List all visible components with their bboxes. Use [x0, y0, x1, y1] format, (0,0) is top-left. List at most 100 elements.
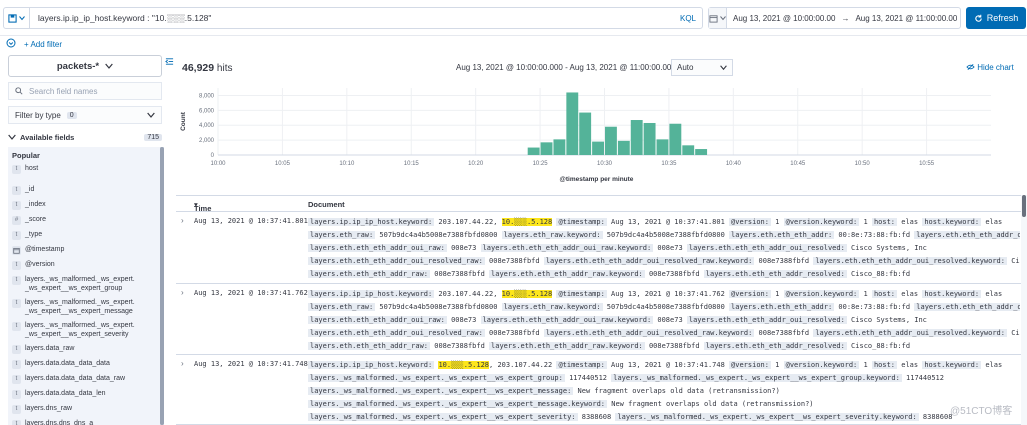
string-type-icon: t	[12, 231, 21, 240]
string-type-icon: t	[12, 360, 21, 369]
available-fields-header[interactable]: Available fields 715	[8, 129, 162, 145]
end-date[interactable]: Aug 13, 2021 @ 11:00:00.00	[849, 14, 963, 23]
filter-count-badge: 0	[66, 111, 77, 119]
interval-select[interactable]: Auto	[671, 59, 733, 76]
field-key: layers.eth.eth_eth_addr_oui_resolved_raw…	[543, 257, 755, 265]
expand-row-icon[interactable]: ›	[181, 288, 184, 297]
x-tick-label: 10:10	[339, 161, 355, 167]
sidebar-scrollbar[interactable]	[160, 147, 164, 425]
field-item[interactable]: t layers.data.data_data_data	[8, 357, 162, 372]
field-item[interactable]: t layers.data_raw	[8, 342, 162, 357]
field-item[interactable]: t layers.dns.dns_dns_a	[8, 417, 162, 425]
row-timestamp: Aug 13, 2021 @ 10:37:41.762	[194, 289, 308, 297]
x-tick-label: 10:40	[726, 161, 742, 167]
field-item[interactable]: t layers.dns_raw	[8, 402, 162, 417]
field-item[interactable]: t layers._ws_malformed._ws_expert. _ws_ex…	[8, 273, 162, 296]
start-date[interactable]: Aug 13, 2021 @ 10:00:00.00	[727, 14, 841, 23]
hits-count: 46,929	[182, 62, 215, 74]
field-key: host:	[871, 361, 898, 369]
saved-query-button[interactable]	[4, 8, 30, 28]
field-name: _type	[25, 231, 43, 238]
time-column-header[interactable]: Time ▾	[194, 200, 211, 213]
field-value: 507b9dc4a4b5008e7388fbfd0800	[602, 303, 730, 311]
histogram-bar	[527, 147, 540, 155]
x-tick-label: 10:55	[919, 161, 935, 167]
histogram-bar	[605, 126, 617, 155]
document-line: layers.eth.eth_eth_addr_raw: 008e7388fbf…	[308, 340, 1020, 353]
field-item[interactable]: t layers._ws_malformed._ws_expert. _ws_ex…	[8, 319, 162, 342]
field-item[interactable]: @timestamp	[8, 243, 162, 258]
histogram-bar	[540, 142, 553, 155]
x-tick-label: 10:20	[468, 161, 484, 167]
expand-row-icon[interactable]: ›	[181, 216, 184, 225]
hide-chart-label: Hide chart	[977, 63, 1014, 72]
field-value: 203.107.44.22,	[434, 218, 502, 226]
field-key: @version:	[729, 218, 771, 226]
field-item[interactable]: t layers.data.data_data_data_raw	[8, 372, 162, 387]
add-filter-button[interactable]: + Add filter	[24, 40, 62, 49]
field-value: 8388608	[918, 413, 953, 421]
x-tick-label: 10:15	[404, 161, 420, 167]
string-type-icon: t	[12, 276, 21, 285]
field-value: 008e73	[446, 244, 481, 252]
available-fields-count: 715	[144, 133, 162, 141]
field-key: layers.ip.ip_ip_host.keyword:	[308, 361, 435, 369]
x-tick-label: 10:25	[533, 161, 549, 167]
index-pattern-selector[interactable]: packets-*	[8, 55, 162, 77]
field-item[interactable]: t host	[8, 162, 162, 177]
refresh-icon	[975, 14, 982, 22]
top-bar: layers.ip.ip_ip_host.keyword : "10.░░░.5…	[0, 0, 1027, 36]
filter-options-icon[interactable]	[6, 38, 16, 50]
field-item[interactable]: t layers.data.data_data_len	[8, 387, 162, 402]
field-value: 008e73	[653, 316, 687, 324]
document-line: layers.eth.eth_eth_addr_oui_raw: 008e73 …	[308, 242, 1020, 255]
field-value: 008e7388fbfd	[754, 329, 814, 337]
expand-row-icon[interactable]: ›	[181, 359, 184, 368]
field-name: layers.data.data_data_data	[25, 360, 110, 367]
query-bar[interactable]: layers.ip.ip_ip_host.keyword : "10.░░░.5…	[3, 7, 703, 29]
document-line: layers.eth_raw: 507b9dc4a4b5008e7388fbfd…	[308, 301, 1020, 314]
x-tick-label: 10:35	[661, 161, 677, 167]
collapse-sidebar-icon[interactable]	[165, 57, 174, 68]
refresh-button[interactable]: Refresh	[966, 7, 1026, 29]
filter-by-type-button[interactable]: Filter by type 0	[8, 106, 162, 124]
field-value: Cisco_88:fb:fd	[846, 270, 911, 278]
string-type-icon: t	[12, 322, 21, 331]
document-line: layers.eth_raw: 507b9dc4a4b5008e7388fbfd…	[308, 229, 1020, 242]
field-value: 008e7388fbfd	[644, 270, 704, 278]
y-axis-label: Count	[180, 111, 187, 131]
field-item[interactable]: t layers._ws_malformed._ws_expert. _ws_ex…	[8, 296, 162, 319]
field-item[interactable]: t _id	[8, 183, 162, 198]
histogram-bar	[682, 145, 695, 155]
field-key: layers.eth.eth_eth_addr_oui_resolved.key…	[813, 257, 1007, 265]
query-input[interactable]: layers.ip.ip_ip_host.keyword : "10.░░░.5…	[30, 13, 674, 23]
field-key: layers.eth.eth_eth_addr_oui:	[914, 303, 1020, 311]
field-key: layers.ip.ip_ip_host.keyword:	[308, 290, 435, 298]
hide-chart-button[interactable]: Hide chart	[966, 63, 1014, 72]
field-item[interactable]: t _index	[8, 198, 162, 213]
query-language-toggle[interactable]: KQL	[674, 14, 702, 23]
document-line: layers._ws_malformed._ws_expert._ws_expe…	[308, 372, 1020, 385]
field-value: Cisco_88:fb:fd	[846, 342, 911, 350]
field-item[interactable]: # _score	[8, 213, 162, 228]
histogram-bar	[656, 139, 669, 155]
table-scrollbar[interactable]	[1021, 195, 1027, 425]
field-key: host.keyword:	[922, 361, 982, 369]
field-search-input[interactable]: Search field names	[8, 82, 162, 100]
field-key: @version.keyword:	[783, 290, 860, 298]
popular-header: Popular	[12, 151, 40, 160]
document-line: layers._ws_malformed._ws_expert._ws_expe…	[308, 398, 1020, 411]
field-key: layers.eth_raw:	[308, 231, 376, 239]
field-item[interactable]: t @version	[8, 258, 162, 273]
date-picker[interactable]: Aug 13, 2021 @ 10:00:00.00 → Aug 13, 202…	[708, 7, 961, 29]
field-name: layers._ws_malformed._ws_expert. _ws_exp…	[25, 299, 135, 315]
hits-counter: 46,929 hits	[182, 62, 232, 74]
field-item[interactable]: t _type	[8, 228, 162, 243]
field-value: 1	[859, 361, 872, 369]
field-key: layers.eth.eth_eth_addr_raw.keyword:	[489, 270, 645, 278]
field-list: Popular t host t _id t _index # _score t _type @t…	[8, 147, 162, 425]
string-type-icon: t	[12, 201, 21, 210]
field-value: 1	[770, 218, 784, 226]
filter-by-type-label: Filter by type	[15, 110, 61, 120]
quick-select-button[interactable]	[709, 8, 727, 28]
